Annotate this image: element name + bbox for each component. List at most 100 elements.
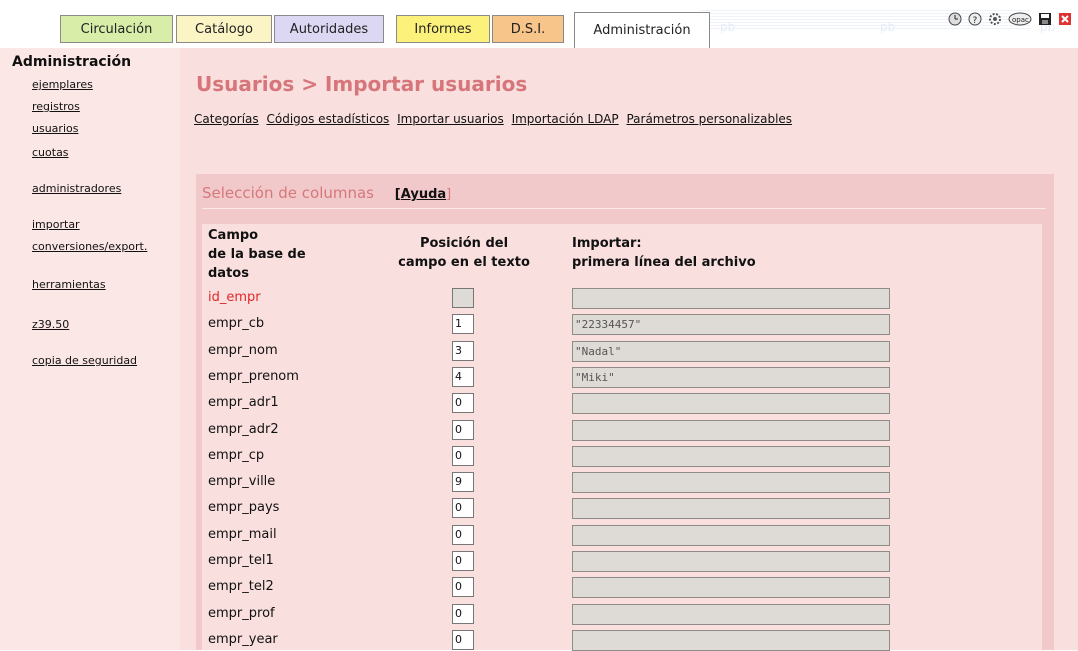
header-line: campo en el texto <box>398 255 530 270</box>
subnav-parametros-personalizables[interactable]: Parámetros personalizables <box>626 112 792 126</box>
sidebar-item-herramientas[interactable]: herramientas <box>32 278 106 291</box>
sidebar-item-conversiones[interactable]: conversiones/export. <box>32 240 147 253</box>
subnav-codigos-estadisticos[interactable]: Códigos estadísticos <box>266 112 389 126</box>
svg-text:opac: opac <box>1012 16 1029 24</box>
preview-field <box>572 603 890 625</box>
preview-field <box>572 419 890 441</box>
column-header-import: Importar: primera línea del archivo <box>572 234 756 272</box>
subnav-importacion-ldap[interactable]: Importación LDAP <box>512 112 619 126</box>
tab-autoridades[interactable]: Autoridades <box>274 15 384 43</box>
preview-field: "22334457" <box>572 314 890 336</box>
field-name: empr_adr2 <box>208 421 279 437</box>
subnav-importar-usuarios[interactable]: Importar usuarios <box>397 112 504 126</box>
field-name: empr_pays <box>208 500 280 516</box>
field-name: empr_tel1 <box>208 553 274 568</box>
tab-catalogo[interactable]: Catálogo <box>176 15 272 43</box>
tab-label: D.S.I. <box>510 21 546 37</box>
column-selection-panel: Selección de columnas [Ayuda] Campo de l… <box>196 174 1054 651</box>
sidebar-item-z3950[interactable]: z39.50 <box>32 318 69 331</box>
position-input[interactable]: 0 <box>452 419 474 440</box>
tab-circulacion[interactable]: Circulación <box>60 15 173 43</box>
header-line: Posición del <box>419 236 509 251</box>
sidebar-item-importar[interactable]: importar <box>32 218 80 231</box>
close-icon[interactable] <box>1058 12 1072 26</box>
help-link[interactable]: [Ayuda] <box>395 187 451 202</box>
field-name: empr_prenom <box>208 368 299 384</box>
position-input[interactable]: 1 <box>452 314 474 335</box>
column-header-field: Campo de la base de datos <box>208 226 306 283</box>
preview-field <box>572 629 890 651</box>
field-name: empr_cb <box>208 316 265 332</box>
preview-field <box>572 288 890 309</box>
position-input <box>452 288 474 308</box>
field-mapping-table: Campo de la base de datos Posición del c… <box>202 224 1042 651</box>
watermark-text: pb <box>880 20 896 34</box>
preview-field <box>572 393 890 415</box>
position-input[interactable]: 0 <box>452 577 474 598</box>
opac-icon[interactable]: opac <box>1008 12 1032 26</box>
position-input[interactable]: 9 <box>452 472 474 493</box>
preview-field <box>572 551 890 572</box>
position-input[interactable]: 0 <box>452 629 474 650</box>
preview-field <box>572 524 890 546</box>
sidebar-item-usuarios[interactable]: usuarios <box>32 122 78 135</box>
save-icon[interactable] <box>1038 12 1052 26</box>
clock-icon[interactable] <box>948 12 962 26</box>
field-name: empr_prof <box>208 605 275 621</box>
header-line: Campo <box>208 228 259 243</box>
field-name: empr_adr1 <box>208 395 279 411</box>
sidebar-item-ejemplares[interactable]: ejemplares <box>32 78 93 91</box>
panel-divider <box>202 208 1046 209</box>
main-content: Usuarios > Importar usuarios Categorías … <box>180 48 1078 651</box>
field-name: empr_year <box>208 631 278 647</box>
preview-field <box>572 498 890 520</box>
tab-label: Autoridades <box>289 21 369 37</box>
preview-field <box>572 472 890 494</box>
subnav-categorias[interactable]: Categorías <box>194 112 259 126</box>
tab-informes[interactable]: Informes <box>396 15 490 43</box>
tab-administracion[interactable]: Administración <box>574 12 710 48</box>
panel-header: Selección de columnas [Ayuda] <box>202 184 451 202</box>
position-input[interactable]: 0 <box>452 445 474 466</box>
position-input[interactable]: 0 <box>452 393 474 414</box>
header-line: de la base de <box>208 247 306 262</box>
help-label: Ayuda <box>400 187 447 202</box>
preview-field <box>572 577 890 599</box>
help-icon[interactable]: ? <box>968 12 982 26</box>
field-name: empr_ville <box>208 474 276 490</box>
field-name: empr_cp <box>208 447 265 463</box>
header-line: primera línea del archivo <box>572 255 756 270</box>
sidebar-item-administradores[interactable]: administradores <box>32 182 121 195</box>
svg-text:?: ? <box>973 16 978 26</box>
position-input[interactable]: 0 <box>452 551 474 571</box>
preview-field <box>572 445 890 467</box>
tab-dsi[interactable]: D.S.I. <box>492 15 564 43</box>
top-navigation-bar: pb pb pb Circulación Catálogo Autoridade… <box>0 0 1078 48</box>
top-icon-toolbar: ? opac <box>948 12 1072 26</box>
position-input[interactable]: 0 <box>452 498 474 519</box>
panel-title: Selección de columnas <box>202 184 375 202</box>
position-input[interactable]: 3 <box>452 340 474 361</box>
sidebar-title: Administración <box>12 54 132 70</box>
tab-label: Administración <box>593 23 691 38</box>
field-name: empr_tel2 <box>208 579 274 595</box>
tab-label: Circulación <box>80 21 153 37</box>
preview-field: "Nadal" <box>572 340 890 362</box>
field-name: empr_nom <box>208 342 278 358</box>
watermark-text: pb <box>720 20 736 34</box>
sidebar-item-cuotas[interactable]: cuotas <box>32 146 69 159</box>
header-line: datos <box>208 266 249 281</box>
header-line: Importar: <box>572 236 642 251</box>
field-name: empr_mail <box>208 526 277 542</box>
position-input[interactable]: 0 <box>452 524 474 545</box>
column-header-position: Posición del campo en el texto <box>380 234 548 272</box>
preview-field: "Miki" <box>572 366 890 388</box>
position-input[interactable]: 4 <box>452 366 474 387</box>
tab-label: Catálogo <box>195 21 253 37</box>
sidebar-item-copia-de-seguridad[interactable]: copia de seguridad <box>32 354 137 367</box>
position-input[interactable]: 0 <box>452 603 474 624</box>
sidebar-item-registros[interactable]: registros <box>32 100 80 113</box>
sidebar: Administración ejemplares registros usua… <box>0 48 180 650</box>
settings-icon[interactable] <box>988 12 1002 26</box>
subnav: Categorías Códigos estadísticos Importar… <box>194 112 796 126</box>
